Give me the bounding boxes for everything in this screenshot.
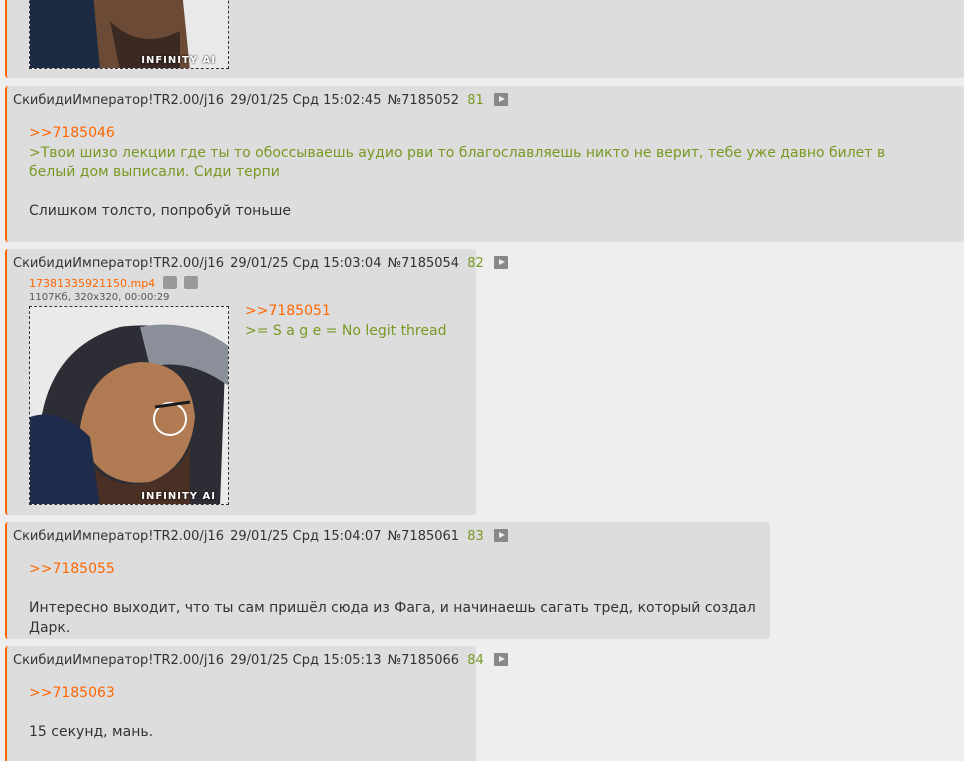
quote-text: >Твои шизо лекции где ты то обоссываешь … [29,144,886,181]
post-datetime: 29/01/25 Срд 15:05:13 [230,653,382,668]
post-author: СкибидиИмператор!TR2.00/j16 [13,529,224,544]
post-index: 81 [467,93,484,108]
play-icon[interactable] [493,256,508,269]
post-datetime: 29/01/25 Срд 15:03:04 [230,256,382,271]
reply-link[interactable]: >>7185046 [29,124,929,144]
post-index: 82 [467,256,484,271]
post-number-link[interactable]: №7185061 [388,529,459,544]
post-body: >>7185046 >Твои шизо лекции где ты то об… [29,124,929,222]
post-author: СкибидиИмператор!TR2.00/j16 [13,93,224,108]
post-datetime: 29/01/25 Срд 15:04:07 [230,529,382,544]
post-number-link[interactable]: №7185066 [388,653,459,668]
quote-text: >= S a g e = No legit thread [245,322,447,339]
portrait-image [30,307,228,504]
post: СкибидиИмператор!TR2.00/j16 29/01/25 Срд… [5,646,508,761]
post-text: 15 секунд, мань. [29,724,154,740]
file-meta: 1107Кб, 320x320, 00:00:29 [29,292,170,303]
download-icon[interactable] [184,276,199,289]
watermark: INFINITY AI [141,55,216,66]
post: INFINITY AI [5,0,964,78]
post-datetime: 29/01/25 Срд 15:02:45 [230,93,382,108]
search-icon[interactable] [162,276,177,289]
video-thumbnail[interactable]: INFINITY AI [29,306,229,505]
video-thumbnail[interactable]: INFINITY AI [29,0,229,69]
post-number-link[interactable]: №7185054 [388,256,459,271]
play-icon[interactable] [493,529,508,542]
post-index: 84 [467,653,484,668]
play-icon[interactable] [493,93,508,106]
post-author: СкибидиИмператор!TR2.00/j16 [13,256,224,271]
reply-link[interactable]: >>7185051 [245,302,470,322]
file-name-link[interactable]: 17381335921150.mp4 [29,277,155,290]
post-number-link[interactable]: №7185052 [388,93,459,108]
reply-link[interactable]: >>7185063 [29,684,469,704]
post: СкибидиИмператор!TR2.00/j16 29/01/25 Срд… [5,86,964,242]
post: СкибидиИмператор!TR2.00/j16 29/01/25 Срд… [5,522,770,639]
reply-link[interactable]: >>7185055 [29,560,759,580]
post-header: СкибидиИмператор!TR2.00/j16 29/01/25 Срд… [13,528,510,546]
post-body: >>7185063 15 секунд, мань. [29,684,469,743]
play-icon[interactable] [493,653,508,666]
post: СкибидиИмператор!TR2.00/j16 29/01/25 Срд… [5,249,508,515]
post-text: Интересно выходит, что ты сам пришёл сюд… [29,600,756,636]
post-index: 83 [467,529,484,544]
watermark: INFINITY AI [141,491,216,502]
post-author: СкибидиИмператор!TR2.00/j16 [13,653,224,668]
post-header: СкибидиИмператор!TR2.00/j16 29/01/25 Срд… [13,92,510,110]
post-text: Слишком толсто, попробуй тоньше [29,203,291,219]
post-body: >>7185051 >= S a g e = No legit thread [245,302,470,341]
post-header: СкибидиИмператор!TR2.00/j16 29/01/25 Срд… [13,652,510,670]
thread: INFINITY AI СкибидиИмператор!TR2.00/j16 … [0,0,964,761]
post-body: >>7185055 Интересно выходит, что ты сам … [29,560,759,638]
post-header: СкибидиИмператор!TR2.00/j16 29/01/25 Срд… [13,255,510,273]
file-info: 17381335921150.mp4 [29,276,199,290]
